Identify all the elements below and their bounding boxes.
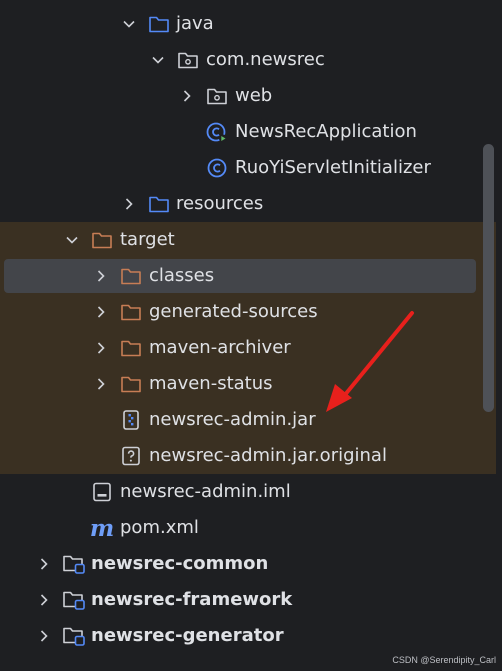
tree-item-generated-sources[interactable]: generated-sources [0,294,496,330]
tree-item-label: resources [176,193,264,214]
chevron-down-icon[interactable] [62,230,82,250]
module-icon [62,552,86,576]
module-icon [62,624,86,648]
tree-item-label: newsrec-generator [91,625,284,646]
chevron-right-icon[interactable] [91,302,111,322]
package-icon [176,48,200,72]
tree-item-java[interactable]: java [0,6,496,42]
tree-item-resources[interactable]: resources [0,186,496,222]
tree-item-com-newsrec[interactable]: com.newsrec [0,42,496,78]
class-icon [205,156,229,180]
tree-item-newsrec-common[interactable]: newsrec-common [0,546,496,582]
tree-item-maven-archiver[interactable]: maven-archiver [0,330,496,366]
tree-item-label: maven-status [149,373,273,394]
iml-file-icon [90,480,114,504]
tree-item-pom-xml[interactable]: m pom.xml [0,510,496,546]
watermark: CSDN @Serendipity_Carl [392,655,496,665]
folder-orange-icon [90,228,114,252]
tree-item-newsrec-admin-jar-original[interactable]: newsrec-admin.jar.original [0,438,496,474]
tree-item-label: RuoYiServletInitializer [235,157,431,178]
chevron-down-icon[interactable] [119,14,139,34]
tree-item-newsrec-admin-jar[interactable]: newsrec-admin.jar [0,402,496,438]
spring-boot-class-icon [205,120,229,144]
tree-item-ruoyiservletinitializer[interactable]: RuoYiServletInitializer [0,150,496,186]
tree-item-maven-status[interactable]: maven-status [0,366,496,402]
tree-item-newsrec-admin-iml[interactable]: newsrec-admin.iml [0,474,496,510]
tree-item-label: newsrec-admin.jar.original [149,445,387,466]
tree-item-label: newsrec-admin.jar [149,409,316,430]
tree-item-target[interactable]: target [0,222,496,258]
tree-item-newsrecapplication[interactable]: NewsRecApplication [0,114,496,150]
tree-item-label: maven-archiver [149,337,291,358]
tree-item-label: newsrec-common [91,553,269,574]
maven-icon: m [89,514,115,542]
tree-item-label: com.newsrec [206,49,325,70]
module-icon [62,588,86,612]
chevron-right-icon[interactable] [119,194,139,214]
tree-item-label: classes [149,265,215,286]
tree-item-label: generated-sources [149,301,318,322]
folder-blue-icon [147,192,171,216]
package-icon [205,84,229,108]
tree-item-newsrec-framework[interactable]: newsrec-framework [0,582,496,618]
chevron-right-icon[interactable] [34,626,54,646]
project-tree: java com.newsrec web NewsRecApplication … [0,0,502,671]
tree-item-label: web [235,85,273,106]
folder-orange-icon [119,300,143,324]
chevron-right-icon[interactable] [34,554,54,574]
folder-blue-icon [147,12,171,36]
tree-item-label: pom.xml [120,517,199,538]
chevron-right-icon[interactable] [34,590,54,610]
tree-item-label: NewsRecApplication [235,121,417,142]
unknown-file-icon [119,444,143,468]
jar-icon [119,408,143,432]
tree-item-label: java [176,13,214,34]
chevron-right-icon[interactable] [91,374,111,394]
tree-item-label: newsrec-admin.iml [120,481,291,502]
chevron-right-icon[interactable] [177,86,197,106]
folder-orange-icon [119,336,143,360]
tree-item-web[interactable]: web [0,78,496,114]
tree-item-label: target [120,229,175,250]
tree-item-label: newsrec-framework [91,589,293,610]
tree-item-newsrec-generator[interactable]: newsrec-generator [0,618,496,654]
folder-orange-icon [119,264,143,288]
chevron-right-icon[interactable] [91,338,111,358]
folder-orange-icon [119,372,143,396]
chevron-down-icon[interactable] [148,50,168,70]
vertical-scrollbar[interactable] [483,144,494,412]
tree-item-classes[interactable]: classes [0,258,496,294]
chevron-right-icon[interactable] [91,266,111,286]
